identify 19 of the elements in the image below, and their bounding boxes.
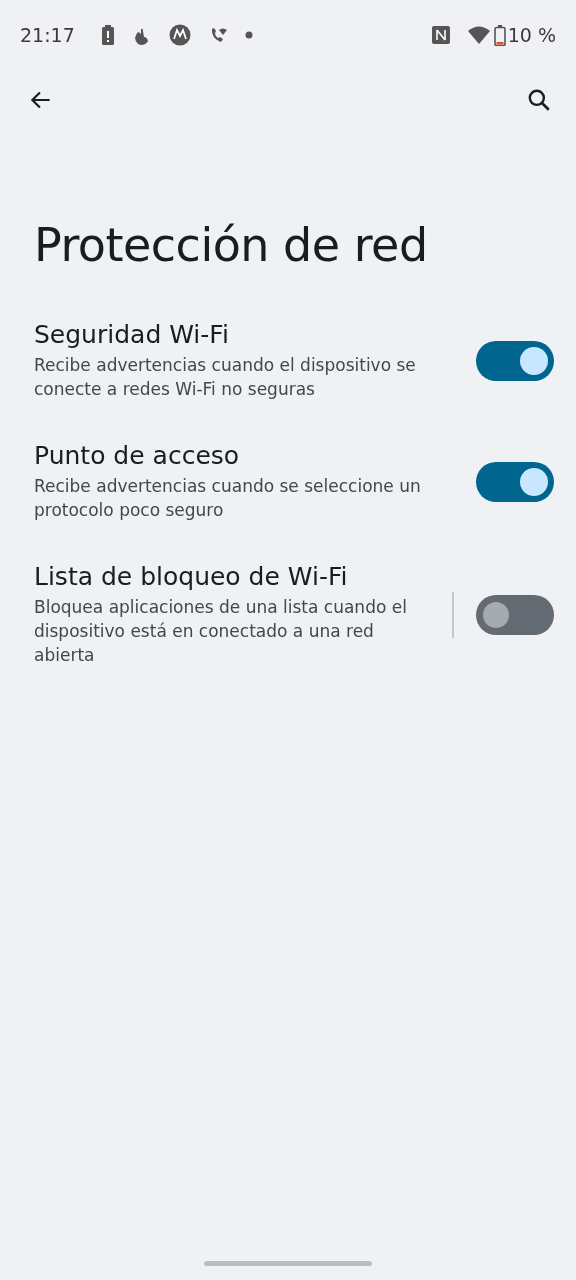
toggle-switch[interactable]	[476, 340, 554, 381]
setting-summary: Bloquea aplicaciones de una lista cuando el dispositivo está en conectado a una red abierta	[34, 596, 408, 667]
status-time: 21:17	[20, 24, 75, 46]
nfc-icon	[431, 26, 450, 44]
battery-icon	[493, 24, 506, 46]
setting-title: Lista de bloqueo de Wi-Fi	[34, 562, 349, 591]
page-title: Protección de red	[34, 218, 429, 272]
setting-title: Punto de acceso	[34, 441, 241, 470]
search-icon	[526, 87, 552, 113]
setting-summary: Recibe advertencias cuando el dispositivo se conecte a redes Wi-Fi no seguras	[34, 354, 417, 401]
battery-percentage: 10 %	[507, 24, 556, 46]
dot-icon	[244, 31, 253, 39]
setting-summary: Recibe advertencias cuando se seleccione un protocolo poco seguro	[34, 475, 422, 522]
battery-alert-icon	[100, 25, 115, 45]
toggle-switch[interactable]	[476, 461, 554, 502]
toggle-switch[interactable]	[476, 594, 554, 635]
setting-title: Seguridad Wi-Fi	[34, 320, 230, 349]
logo-icon	[168, 24, 191, 46]
wifi-icon	[467, 26, 490, 44]
